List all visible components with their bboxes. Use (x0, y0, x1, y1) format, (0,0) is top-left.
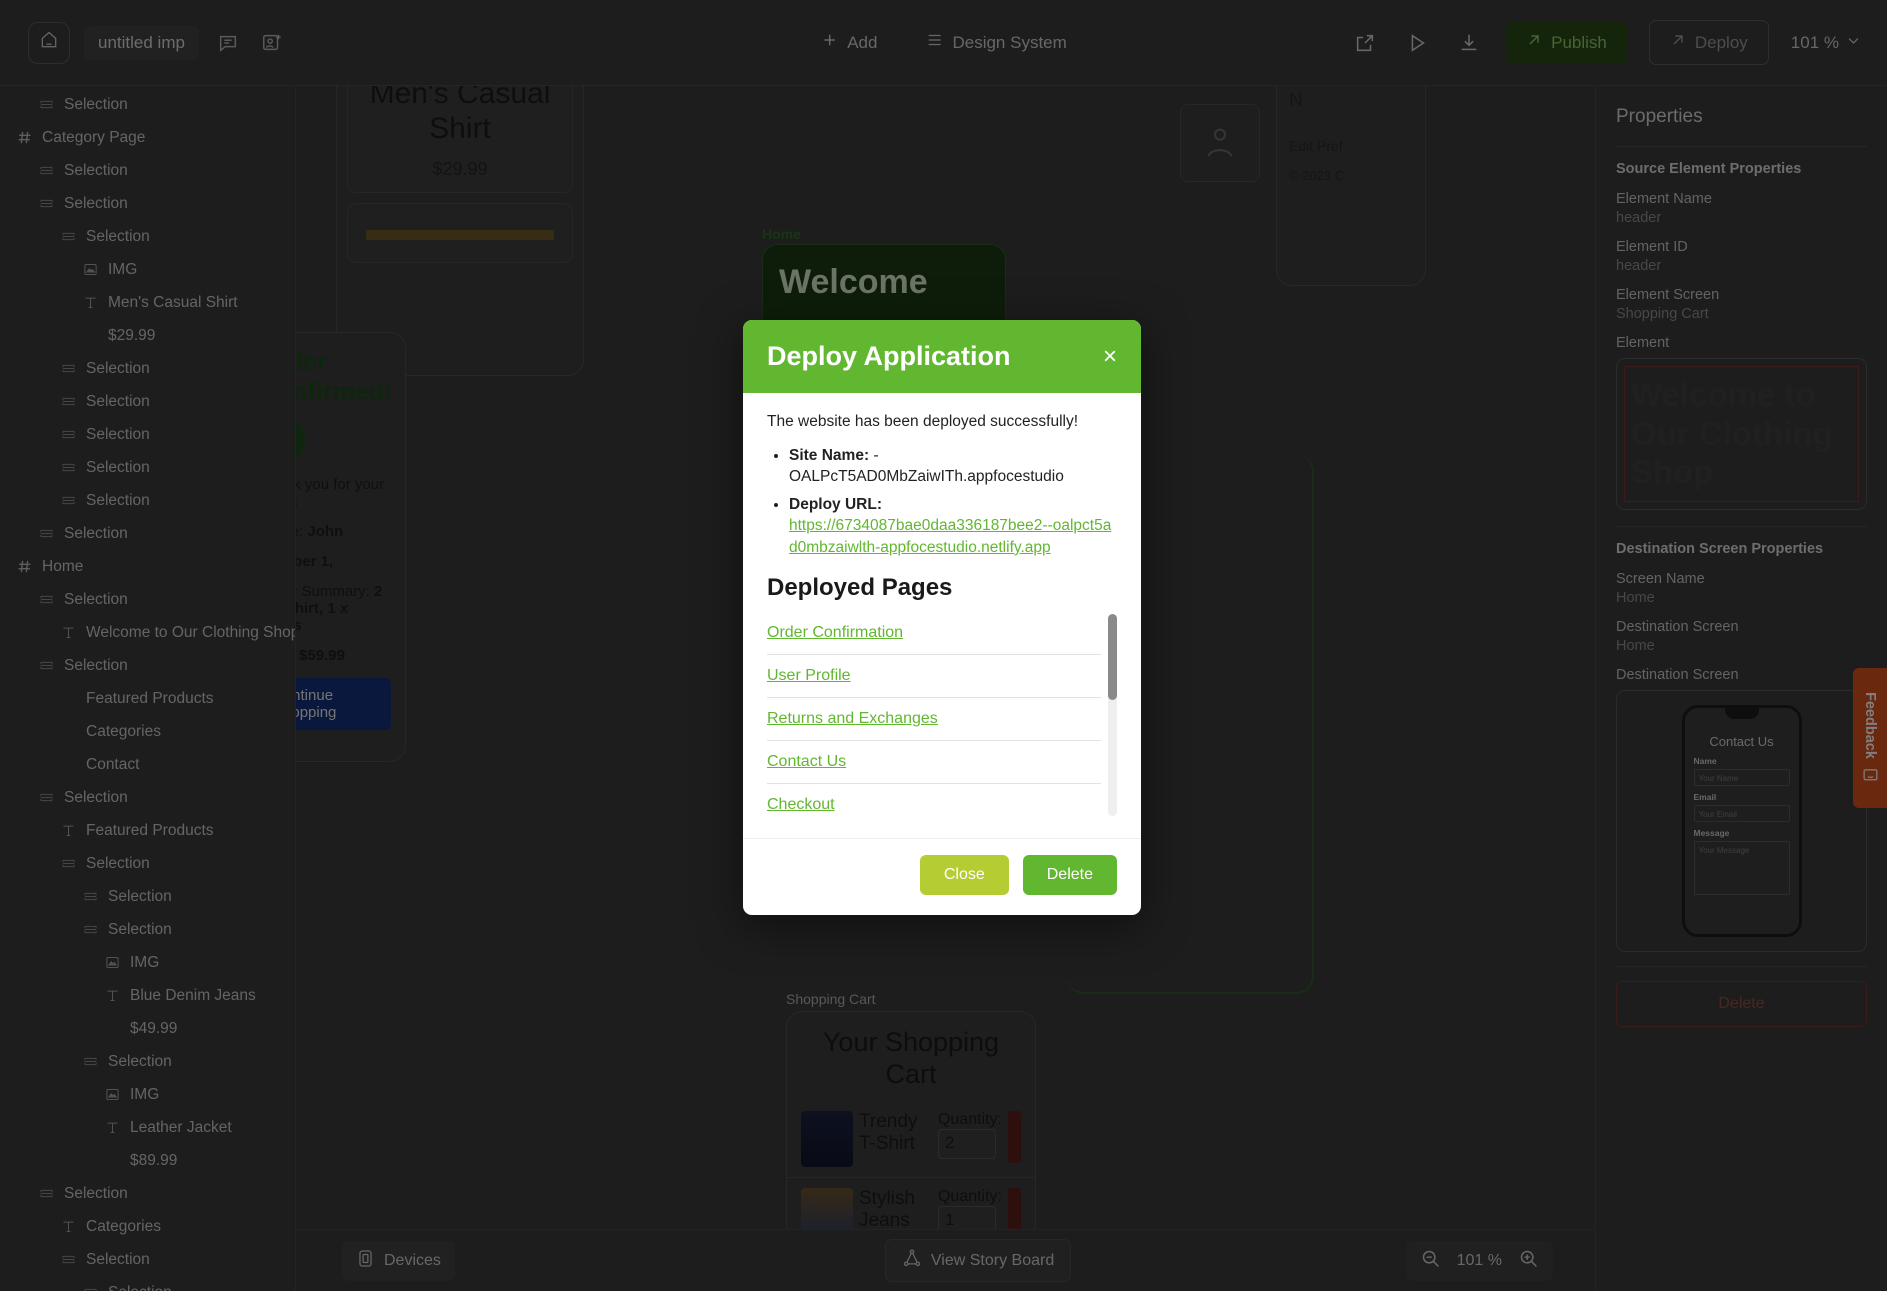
site-name-item: Site Name: - OALPcT5AD0MbZaiwITh.appfoce… (789, 445, 1117, 488)
deployed-page-item[interactable]: Returns and Exchanges (767, 698, 1101, 741)
deploy-info-list: Site Name: - OALPcT5AD0MbZaiwITh.appfoce… (767, 445, 1117, 558)
deployed-page-item[interactable]: Checkout (767, 784, 1101, 818)
dialog-title: Deploy Application (767, 341, 1011, 371)
close-icon[interactable]: × (1103, 344, 1117, 369)
deploy-url-label: Deploy URL: (789, 495, 882, 513)
dialog-body: The website has been deployed successful… (743, 393, 1141, 824)
deployed-pages-heading: Deployed Pages (767, 573, 953, 601)
scrollbar-thumb[interactable] (1108, 613, 1117, 700)
deploy-url-item: Deploy URL: https://6734087bae0daa336187… (789, 494, 1117, 558)
delete-button[interactable]: Delete (1022, 854, 1117, 895)
deploy-application-dialog: Deploy Application × The website has bee… (743, 320, 1141, 915)
deployed-page-link[interactable]: Returns and Exchanges (767, 710, 938, 727)
deployed-page-item[interactable]: User Profile (767, 655, 1101, 698)
dialog-lead-text: The website has been deployed successful… (767, 413, 1079, 430)
dialog-footer: Close Delete (743, 837, 1141, 915)
deployed-page-link[interactable]: Order Confirmation (767, 624, 903, 641)
deployed-page-item[interactable]: Order Confirmation (767, 612, 1101, 655)
app-root: untitled imp Add (0, 0, 1887, 1291)
deployed-page-link[interactable]: Checkout (767, 796, 835, 813)
deployed-pages-list[interactable]: Order Confirmation User Profile Returns an… (767, 612, 1117, 818)
deployed-page-link[interactable]: Contact Us (767, 753, 846, 770)
deployed-page-item[interactable]: Contact Us (767, 741, 1101, 784)
deploy-url-link[interactable]: https://6734087bae0daa336187bee2--oalpct… (789, 517, 1111, 555)
deployed-page-link[interactable]: User Profile (767, 667, 851, 684)
close-button[interactable]: Close (919, 854, 1009, 895)
dialog-header: Deploy Application × (743, 320, 1141, 393)
site-name-label: Site Name: (789, 447, 870, 464)
